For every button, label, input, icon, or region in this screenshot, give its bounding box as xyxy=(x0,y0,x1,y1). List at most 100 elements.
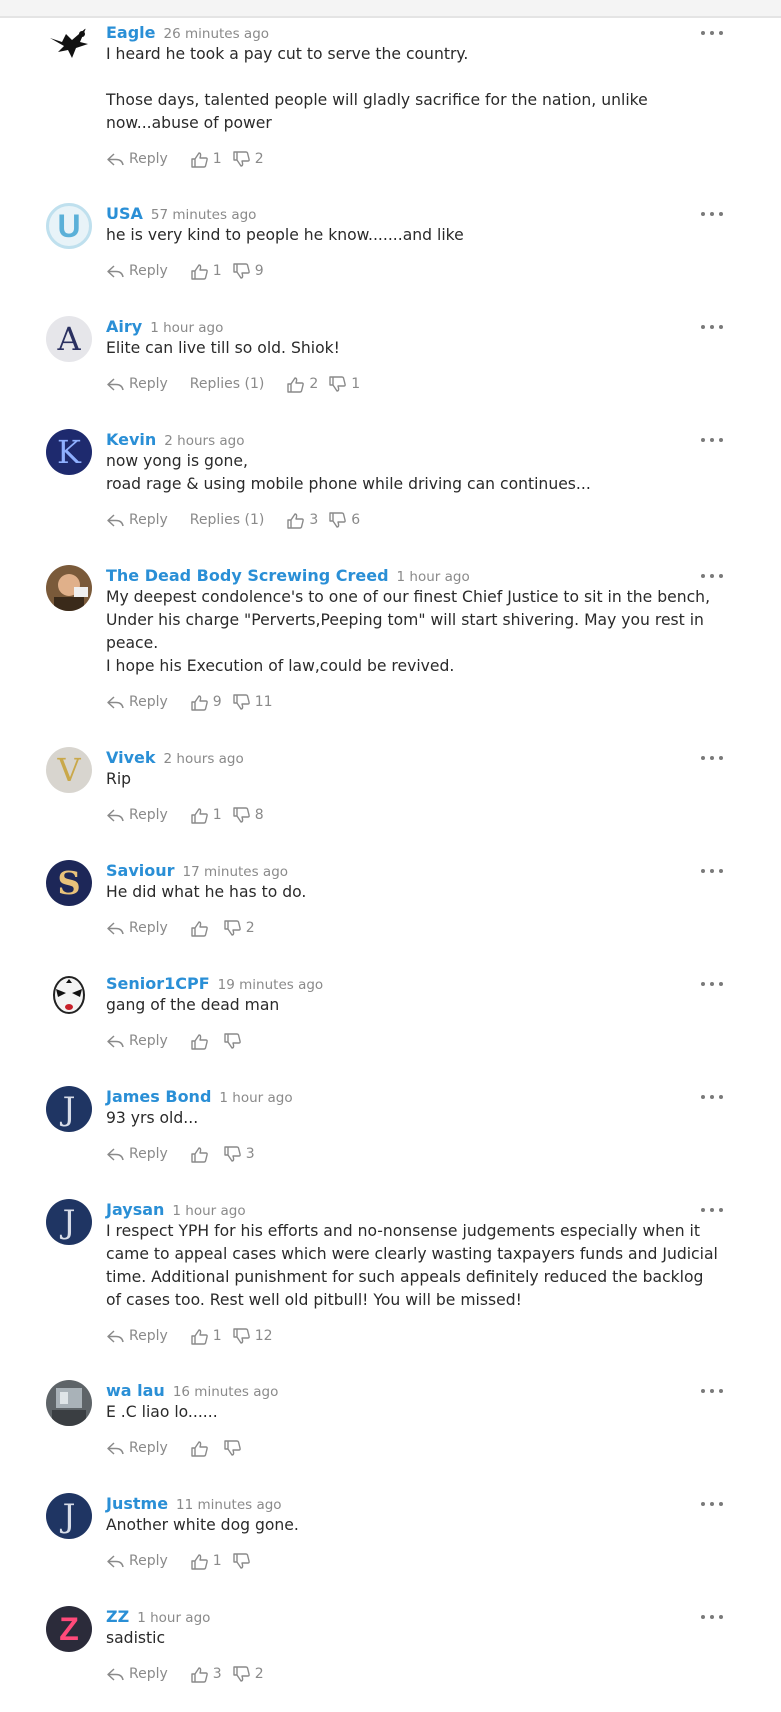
reply-button[interactable]: Reply xyxy=(106,1323,168,1349)
more-options-icon[interactable] xyxy=(701,435,723,445)
dislike-button[interactable] xyxy=(223,1439,246,1457)
reply-button[interactable]: Reply xyxy=(106,1028,168,1054)
reply-button[interactable]: Reply xyxy=(106,1141,168,1167)
reply-button[interactable]: Reply xyxy=(106,689,168,715)
timestamp[interactable]: 16 minutes ago xyxy=(173,1384,279,1400)
more-options-icon[interactable] xyxy=(701,322,723,332)
like-button[interactable] xyxy=(190,1033,213,1050)
reply-button[interactable]: Reply xyxy=(106,1661,168,1687)
timestamp[interactable]: 1 hour ago xyxy=(172,1203,245,1219)
timestamp[interactable]: 2 hours ago xyxy=(164,433,244,449)
avatar[interactable]: A xyxy=(46,316,92,362)
more-options-icon[interactable] xyxy=(701,209,723,219)
more-options-icon[interactable] xyxy=(701,1612,723,1622)
like-button[interactable]: 1 xyxy=(190,1323,222,1349)
dislike-button[interactable]: 11 xyxy=(232,689,273,715)
replies-toggle[interactable]: Replies (1) xyxy=(190,507,265,533)
avatar[interactable] xyxy=(46,565,92,611)
author-name[interactable]: Airy xyxy=(106,317,142,336)
avatar[interactable] xyxy=(46,1380,92,1426)
timestamp[interactable]: 1 hour ago xyxy=(397,569,470,585)
author-name[interactable]: Eagle xyxy=(106,23,156,42)
more-options-icon[interactable] xyxy=(701,1386,723,1396)
timestamp[interactable]: 2 hours ago xyxy=(164,751,244,767)
like-button[interactable]: 1 xyxy=(190,146,222,172)
author-name[interactable]: USA xyxy=(106,204,143,223)
dislike-button[interactable] xyxy=(232,1552,255,1570)
avatar[interactable]: K xyxy=(46,429,92,475)
avatar[interactable]: U xyxy=(46,203,92,249)
avatar[interactable]: J xyxy=(46,1086,92,1132)
author-name[interactable]: Vivek xyxy=(106,748,156,767)
like-button[interactable] xyxy=(190,920,213,937)
more-options-icon[interactable] xyxy=(701,753,723,763)
like-button[interactable]: 3 xyxy=(286,507,318,533)
dislike-button[interactable]: 9 xyxy=(232,258,264,284)
dislike-button[interactable]: 2 xyxy=(232,146,264,172)
like-button[interactable] xyxy=(190,1440,213,1457)
like-button[interactable]: 1 xyxy=(190,1548,222,1574)
reply-button[interactable]: Reply xyxy=(106,146,168,172)
more-options-icon[interactable] xyxy=(701,1499,723,1509)
reply-button[interactable]: Reply xyxy=(106,507,168,533)
like-button[interactable]: 1 xyxy=(190,258,222,284)
like-button[interactable]: 9 xyxy=(190,689,222,715)
like-button[interactable]: 2 xyxy=(286,371,318,397)
dislike-button[interactable]: 12 xyxy=(232,1323,273,1349)
reply-button[interactable]: Reply xyxy=(106,258,168,284)
more-options-icon[interactable] xyxy=(701,28,723,38)
avatar[interactable] xyxy=(46,22,92,68)
dislike-button[interactable] xyxy=(223,1032,246,1050)
author-name[interactable]: Justme xyxy=(106,1494,168,1513)
timestamp[interactable]: 19 minutes ago xyxy=(218,977,324,993)
author-name[interactable]: James Bond xyxy=(106,1087,211,1106)
like-button[interactable]: 3 xyxy=(190,1661,222,1687)
avatar[interactable]: V xyxy=(46,747,92,793)
author-name[interactable]: wa lau xyxy=(106,1381,165,1400)
avatar[interactable]: J xyxy=(46,1493,92,1539)
comment-header: Saviour 17 minutes ago xyxy=(106,860,721,882)
like-button[interactable]: 1 xyxy=(190,802,222,828)
avatar[interactable]: S xyxy=(46,860,92,906)
timestamp[interactable]: 26 minutes ago xyxy=(164,26,270,42)
dislike-button[interactable]: 3 xyxy=(223,1141,255,1167)
author-name[interactable]: Saviour xyxy=(106,861,175,880)
author-name[interactable]: ZZ xyxy=(106,1607,129,1626)
timestamp[interactable]: 1 hour ago xyxy=(150,320,223,336)
avatar[interactable]: Z xyxy=(46,1606,92,1652)
dislike-button[interactable]: 2 xyxy=(223,915,255,941)
comment-paragraph: road rage & using mobile phone while dri… xyxy=(106,475,591,493)
timestamp[interactable]: 57 minutes ago xyxy=(151,207,257,223)
replies-toggle[interactable]: Replies (1) xyxy=(190,371,265,397)
more-options-icon[interactable] xyxy=(701,979,723,989)
more-options-icon[interactable] xyxy=(701,1205,723,1215)
avatar[interactable]: J xyxy=(46,1199,92,1245)
reply-button[interactable]: Reply xyxy=(106,1435,168,1461)
more-options-icon[interactable] xyxy=(701,866,723,876)
timestamp[interactable]: 11 minutes ago xyxy=(176,1497,282,1513)
dislike-button[interactable]: 8 xyxy=(232,802,264,828)
like-count: 1 xyxy=(212,1553,222,1569)
timestamp[interactable]: 17 minutes ago xyxy=(183,864,289,880)
timestamp[interactable]: 1 hour ago xyxy=(137,1610,210,1626)
author-name[interactable]: The Dead Body Screwing Creed xyxy=(106,566,389,585)
reply-button[interactable]: Reply xyxy=(106,371,168,397)
comment-actions: Reply xyxy=(106,1435,721,1461)
reply-button[interactable]: Reply xyxy=(106,915,168,941)
reply-icon xyxy=(106,1146,129,1163)
dislike-button[interactable]: 2 xyxy=(232,1661,264,1687)
dislike-button[interactable]: 1 xyxy=(328,371,360,397)
comment-text: He did what he has to do. xyxy=(106,881,721,904)
dislike-button[interactable]: 6 xyxy=(328,507,360,533)
author-name[interactable]: Jaysan xyxy=(106,1200,164,1219)
more-options-icon[interactable] xyxy=(701,571,723,581)
reply-label: Reply xyxy=(129,920,168,936)
like-button[interactable] xyxy=(190,1146,213,1163)
author-name[interactable]: Kevin xyxy=(106,430,156,449)
reply-button[interactable]: Reply xyxy=(106,802,168,828)
timestamp[interactable]: 1 hour ago xyxy=(219,1090,292,1106)
reply-button[interactable]: Reply xyxy=(106,1548,168,1574)
more-options-icon[interactable] xyxy=(701,1092,723,1102)
avatar[interactable] xyxy=(46,973,92,1019)
author-name[interactable]: Senior1CPF xyxy=(106,974,210,993)
